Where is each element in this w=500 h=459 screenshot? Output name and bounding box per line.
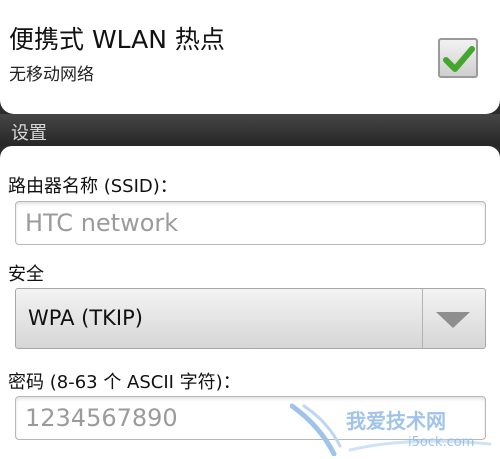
watermark-logo: 我爱技术网 i5ock.com: [290, 403, 492, 456]
dropdown-arrow-icon: [436, 312, 470, 328]
watermark-url-text: i5ock.com: [408, 435, 474, 450]
password-label: 密码 (8-63 个 ASCII 字符)：: [8, 372, 241, 393]
security-label: 安全: [8, 264, 44, 285]
hotspot-status: 无移动网络: [9, 65, 94, 85]
hotspot-toggle-checkbox[interactable]: [438, 38, 478, 78]
ssid-label: 路由器名称 (SSID)：: [8, 176, 178, 197]
watermark-cn-text: 我爱技术网: [346, 409, 446, 433]
checkmark-icon: [443, 46, 475, 72]
hotspot-title[interactable]: 便携式 WLAN 热点: [9, 20, 225, 56]
security-select[interactable]: WPA (TKIP): [15, 288, 486, 349]
security-select-value: WPA (TKIP): [28, 306, 143, 330]
settings-section-header: 设置: [0, 114, 500, 146]
hotspot-card: 便携式 WLAN 热点 无移动网络: [0, 0, 500, 114]
select-divider: [422, 289, 423, 348]
ssid-input[interactable]: [15, 201, 486, 245]
settings-section-title: 设置: [11, 123, 47, 144]
